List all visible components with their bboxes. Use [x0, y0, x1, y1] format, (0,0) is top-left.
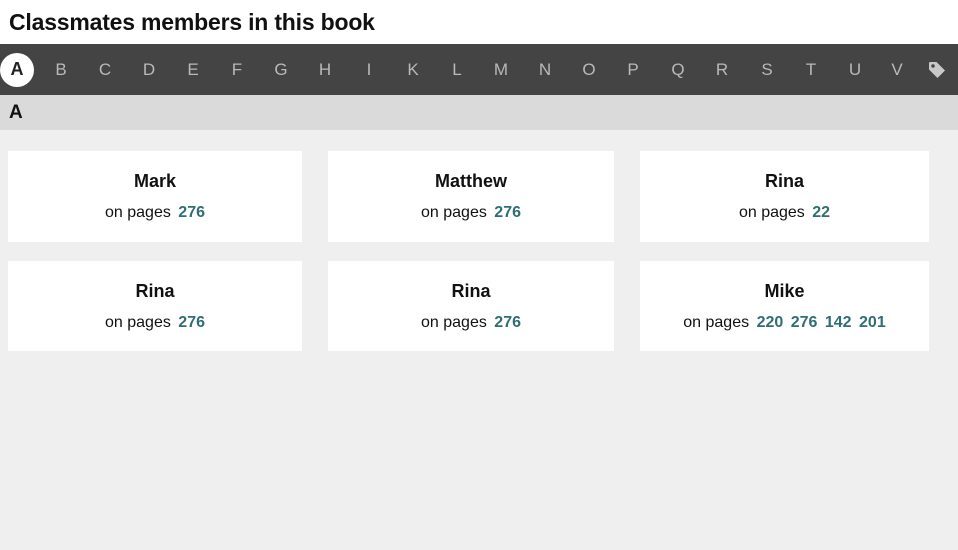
tag-icon[interactable]	[928, 61, 946, 79]
page-title: Classmates members in this book	[9, 8, 375, 35]
letter-u[interactable]: U	[849, 60, 861, 80]
member-card[interactable]: Matthew on pages 276	[328, 151, 614, 242]
member-name: Matthew	[435, 171, 507, 191]
pages-prefix: on pages	[683, 313, 750, 331]
letter-s[interactable]: S	[761, 60, 772, 80]
letter-p[interactable]: P	[627, 60, 638, 80]
page-header: Classmates members in this book	[0, 0, 958, 44]
letter-g[interactable]: G	[274, 60, 287, 80]
member-pages: on pages 276	[105, 204, 205, 222]
tag-icon-graphic	[929, 61, 945, 78]
letter-b[interactable]: B	[55, 60, 66, 80]
pages-prefix: on pages	[105, 204, 171, 221]
letter-o[interactable]: O	[582, 60, 595, 80]
page-link[interactable]: 276	[494, 314, 521, 331]
letter-l[interactable]: L	[452, 60, 461, 80]
page-link[interactable]: 201	[859, 314, 886, 331]
letter-i[interactable]: I	[367, 60, 372, 80]
letter-f[interactable]: F	[232, 60, 242, 80]
member-cards: Mark on pages 276 Matthew on pages 276 R…	[0, 130, 958, 550]
member-name: Mike	[764, 280, 805, 301]
pages-prefix: on pages	[421, 204, 487, 221]
letter-t[interactable]: T	[806, 60, 816, 80]
member-card[interactable]: Mike on pages 220 276 142 201	[640, 261, 929, 351]
pages-prefix: on pages	[738, 204, 805, 221]
letter-q[interactable]: Q	[671, 60, 684, 80]
member-pages: on pages 276	[105, 314, 205, 332]
letter-m[interactable]: M	[494, 60, 508, 80]
letter-r[interactable]: R	[716, 60, 728, 80]
letter-e[interactable]: E	[187, 60, 198, 80]
page-link[interactable]: 22	[812, 204, 830, 221]
page-link[interactable]: 276	[178, 314, 205, 331]
page-link[interactable]: 142	[825, 314, 852, 331]
page-link[interactable]: 276	[791, 314, 818, 331]
member-card[interactable]: Rina on pages 276	[328, 261, 614, 351]
member-name: Rina	[764, 171, 804, 191]
page-link[interactable]: 276	[494, 204, 521, 221]
page-link[interactable]: 220	[757, 314, 784, 331]
section-header: A	[0, 95, 958, 130]
letter-v[interactable]: V	[891, 60, 902, 80]
letter-c[interactable]: C	[99, 60, 111, 80]
member-card[interactable]: Rina on pages 276	[8, 261, 302, 351]
pages-prefix: on pages	[105, 313, 171, 331]
member-pages: on pages 276	[421, 204, 521, 222]
member-pages: on pages 22	[739, 204, 830, 222]
member-card[interactable]: Mark on pages 276	[8, 151, 302, 242]
letter-h[interactable]: H	[319, 60, 331, 80]
pages-prefix: on pages	[421, 313, 487, 331]
section-letter: A	[9, 101, 23, 123]
letter-k[interactable]: K	[407, 60, 418, 80]
member-pages: on pages 220 276 142 201	[683, 314, 885, 332]
letter-n[interactable]: N	[539, 60, 551, 80]
letter-d[interactable]: D	[143, 60, 155, 80]
page-link[interactable]: 276	[178, 204, 205, 221]
member-name: Mark	[133, 171, 177, 191]
member-name: Rina	[135, 280, 175, 301]
member-pages: on pages 276	[421, 314, 521, 332]
letter-a[interactable]: A	[0, 52, 34, 87]
member-card[interactable]: Rina on pages 22	[640, 151, 929, 242]
alphabet-nav: A B C D E F G H I K L M N O P Q R S T U …	[0, 44, 958, 95]
member-name: Rina	[451, 280, 491, 301]
